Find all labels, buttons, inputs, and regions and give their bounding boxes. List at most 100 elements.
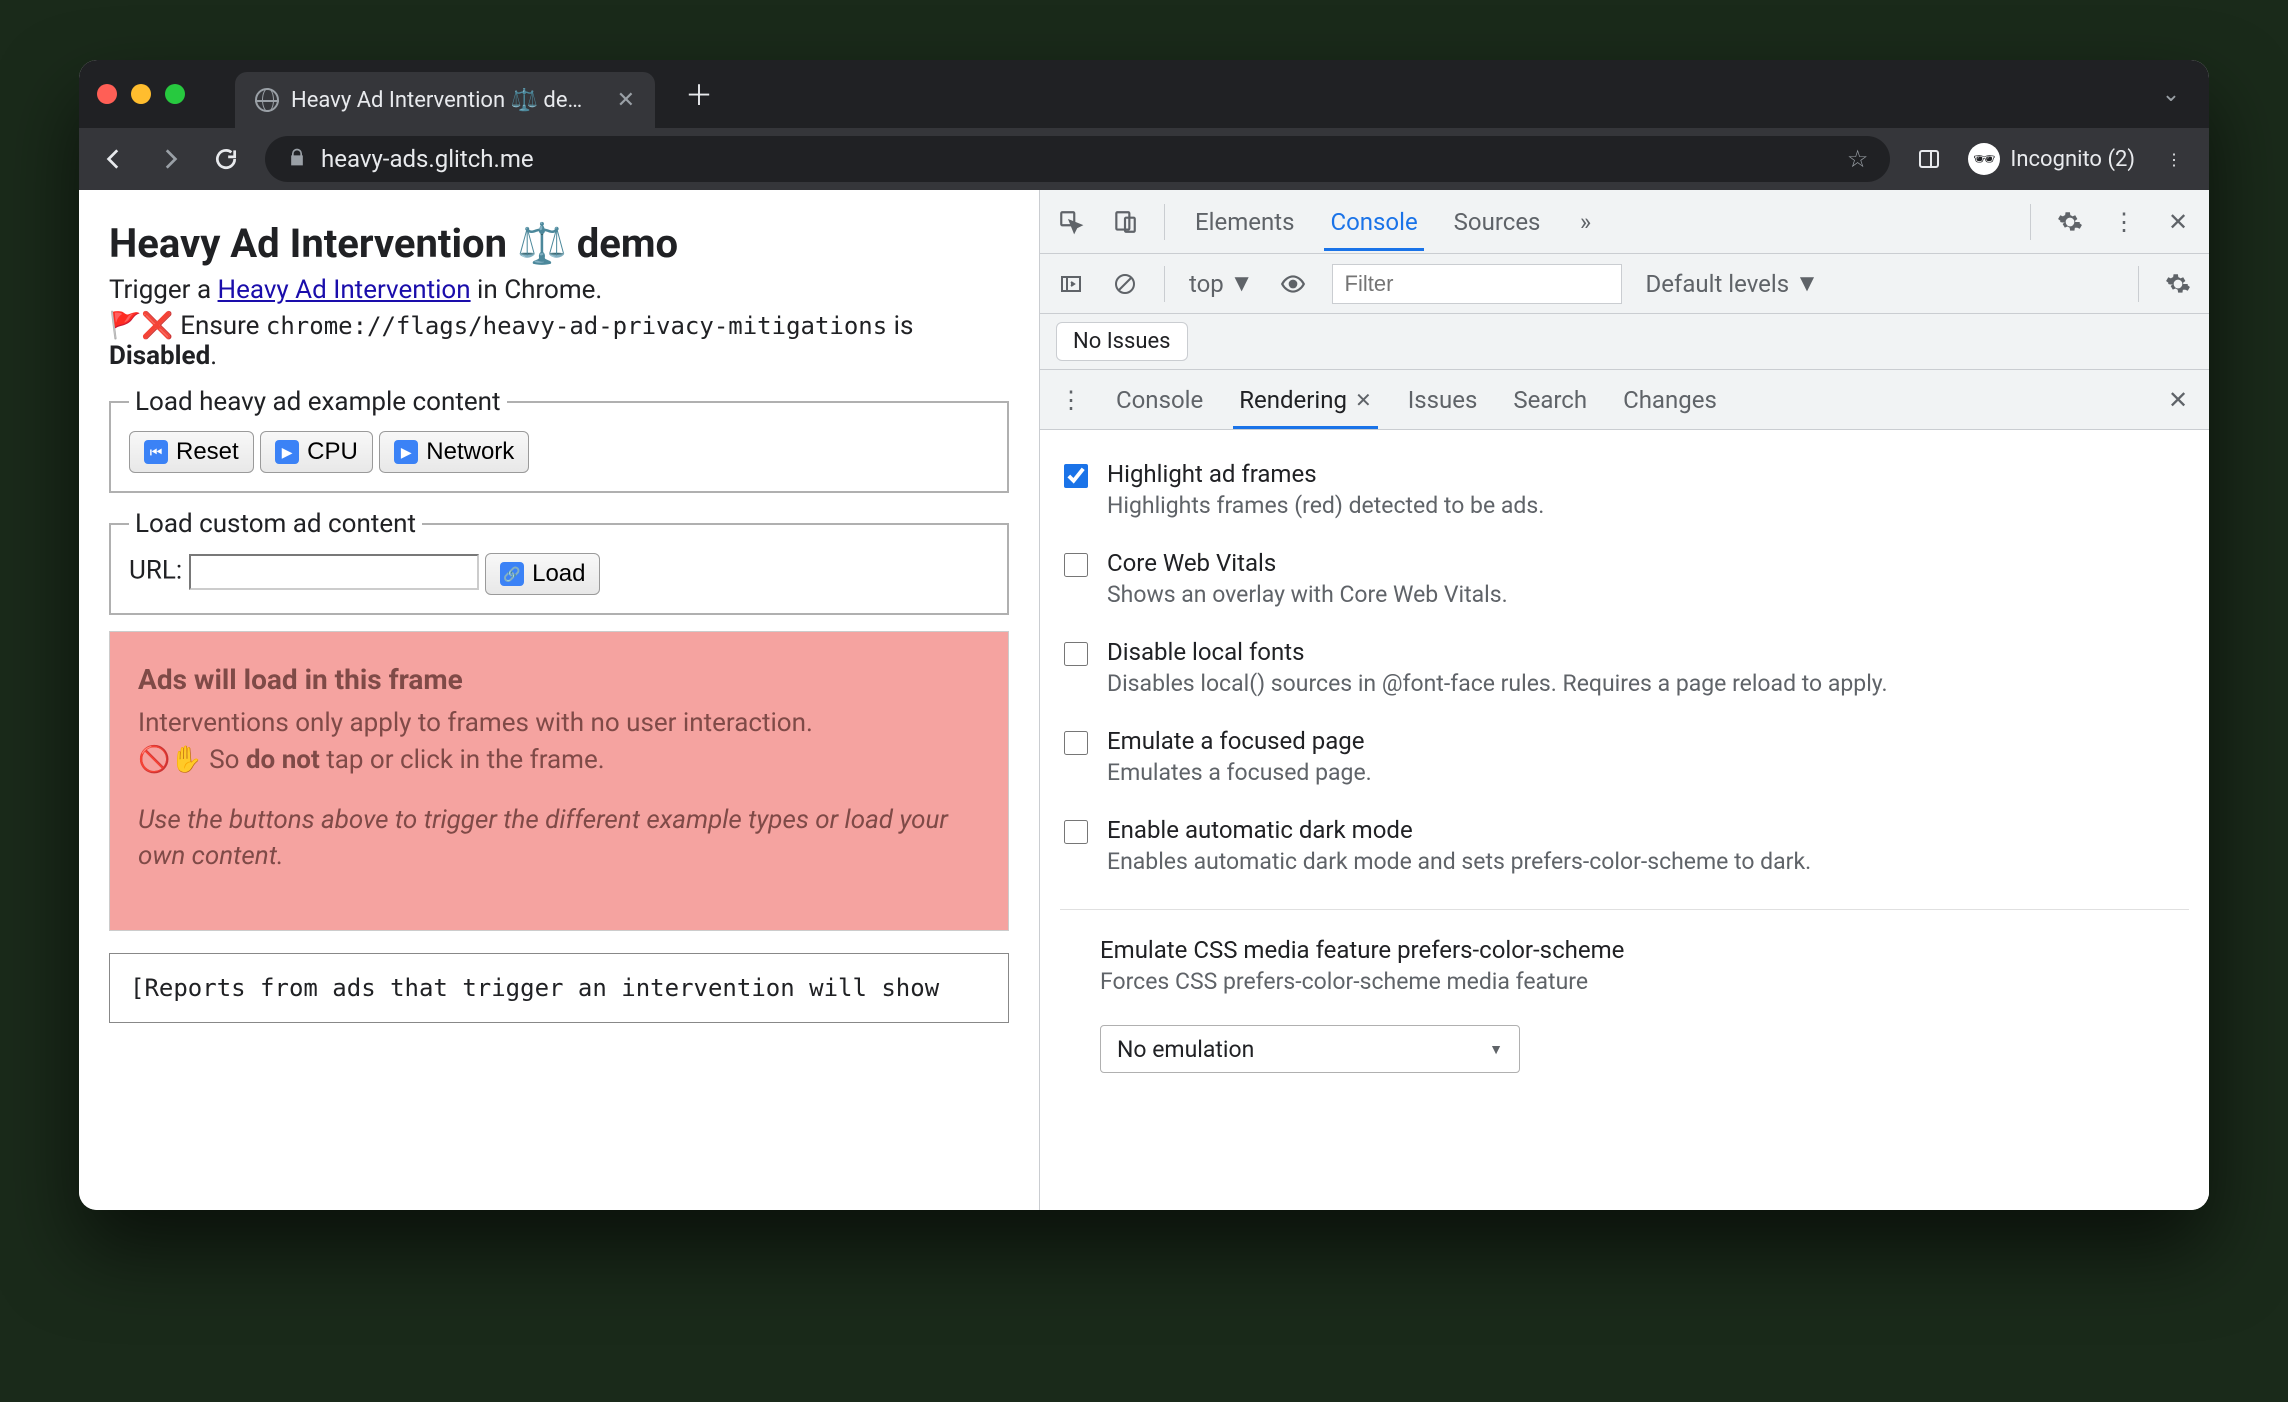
flag-code: chrome://flags/heavy-ad-privacy-mitigati…	[266, 312, 887, 340]
reset-button[interactable]: ⏮Reset	[129, 431, 254, 473]
new-tab-button[interactable]: ＋	[679, 74, 719, 114]
context-selector[interactable]: top ▼	[1189, 269, 1254, 298]
drawer-tab-issues[interactable]: Issues	[1402, 372, 1484, 428]
emulate-select[interactable]: No emulation ▼	[1100, 1025, 1520, 1073]
rendering-panel: Highlight ad framesHighlights frames (re…	[1040, 430, 2209, 1210]
tab-title: Heavy Ad Intervention ⚖️ demo	[291, 88, 599, 113]
rendering-checkbox[interactable]	[1064, 464, 1088, 488]
page-content: Heavy Ad Intervention ⚖️ demo Trigger a …	[79, 190, 1039, 1210]
chevron-down-icon: ▼	[1230, 269, 1254, 298]
drawer-tab-changes[interactable]: Changes	[1617, 372, 1723, 428]
reload-button[interactable]	[209, 142, 243, 176]
drawer-tab-rendering[interactable]: Rendering ✕	[1233, 372, 1378, 428]
console-settings-icon[interactable]	[2163, 269, 2193, 299]
rendering-option-title: Emulate a focused page	[1107, 727, 1372, 755]
url-text: heavy-ads.glitch.me	[321, 145, 534, 173]
ad-frame-line1: Interventions only apply to frames with …	[138, 705, 980, 741]
browser-tab[interactable]: Heavy Ad Intervention ⚖️ demo ✕	[235, 72, 655, 128]
close-tab-icon[interactable]: ✕	[617, 88, 635, 113]
clear-console-icon[interactable]	[1110, 269, 1140, 299]
ad-frame: Ads will load in this frame Intervention…	[109, 631, 1009, 931]
rendering-option-title: Disable local fonts	[1107, 638, 1888, 666]
tab-elements[interactable]: Elements	[1189, 194, 1300, 250]
close-drawer-tab-icon[interactable]: ✕	[1355, 388, 1372, 412]
rendering-checkbox[interactable]	[1064, 642, 1088, 666]
reports-panel: [Reports from ads that trigger an interv…	[109, 953, 1009, 1023]
close-devtools-icon[interactable]: ✕	[2163, 207, 2193, 237]
devtools-panel: Elements Console Sources » ⋮ ✕	[1039, 190, 2209, 1210]
no-issues-chip[interactable]: No Issues	[1056, 322, 1188, 361]
url-label: URL:	[129, 556, 182, 586]
load-custom-fieldset: Load custom ad content URL: 🔗Load	[109, 509, 1009, 615]
load-example-legend: Load heavy ad example content	[129, 387, 507, 417]
rewind-icon: ⏮	[144, 440, 168, 464]
tabs-dropdown-icon[interactable]: ⌄	[2151, 74, 2191, 114]
rendering-option-desc: Highlights frames (red) detected to be a…	[1107, 490, 1544, 521]
browser-toolbar: heavy-ads.glitch.me ☆ 🕶 Incognito (2) ⋮	[79, 128, 2209, 190]
rendering-option: Highlight ad framesHighlights frames (re…	[1060, 446, 2189, 535]
load-button[interactable]: 🔗Load	[485, 553, 600, 595]
side-panel-icon[interactable]	[1912, 142, 1946, 176]
rendering-option-title: Core Web Vitals	[1107, 549, 1508, 577]
rendering-checkbox[interactable]	[1064, 731, 1088, 755]
load-custom-legend: Load custom ad content	[129, 509, 422, 539]
titlebar: Heavy Ad Intervention ⚖️ demo ✕ ＋ ⌄	[79, 60, 2209, 128]
load-example-fieldset: Load heavy ad example content ⏮Reset ▶CP…	[109, 387, 1009, 493]
rendering-option: Core Web VitalsShows an overlay with Cor…	[1060, 535, 2189, 624]
console-toolbar: top ▼ Default levels ▼	[1040, 254, 2209, 314]
tab-sources[interactable]: Sources	[1448, 194, 1547, 250]
url-input[interactable]	[189, 554, 479, 590]
ad-frame-header: Ads will load in this frame	[138, 660, 980, 699]
play-icon: ▶	[394, 440, 418, 464]
rendering-option-desc: Disables local() sources in @font-face r…	[1107, 668, 1888, 699]
drawer-tab-console[interactable]: Console	[1110, 372, 1209, 428]
flag-warning: 🚩❌ Ensure chrome://flags/heavy-ad-privac…	[109, 311, 1009, 371]
maximize-window-icon[interactable]	[165, 84, 185, 104]
inspect-icon[interactable]	[1056, 207, 1086, 237]
window-controls	[97, 84, 185, 104]
lock-icon	[287, 147, 307, 172]
drawer-menu-icon[interactable]: ⋮	[1056, 385, 1086, 415]
console-sidebar-icon[interactable]	[1056, 269, 1086, 299]
bookmark-icon[interactable]: ☆	[1847, 145, 1869, 173]
rendering-option-title: Enable automatic dark mode	[1107, 816, 1811, 844]
page-title: Heavy Ad Intervention ⚖️ demo	[109, 220, 1009, 267]
minimize-window-icon[interactable]	[131, 84, 151, 104]
settings-icon[interactable]	[2055, 207, 2085, 237]
heavy-ad-link[interactable]: Heavy Ad Intervention	[218, 275, 471, 305]
emulate-title: Emulate CSS media feature prefers-color-…	[1100, 936, 1624, 964]
rendering-option-desc: Enables automatic dark mode and sets pre…	[1107, 846, 1811, 877]
play-icon: ▶	[275, 440, 299, 464]
forward-button[interactable]	[153, 142, 187, 176]
address-bar[interactable]: heavy-ads.glitch.me ☆	[265, 136, 1890, 182]
log-levels-selector[interactable]: Default levels ▼	[1646, 269, 1819, 298]
kebab-menu-icon[interactable]: ⋮	[2109, 207, 2139, 237]
rendering-option: Enable automatic dark modeEnables automa…	[1060, 802, 2189, 891]
more-tabs-icon[interactable]: »	[1570, 207, 1600, 237]
back-button[interactable]	[97, 142, 131, 176]
rendering-option-title: Highlight ad frames	[1107, 460, 1544, 488]
rendering-checkbox[interactable]	[1064, 820, 1088, 844]
close-drawer-icon[interactable]: ✕	[2163, 385, 2193, 415]
browser-menu-icon[interactable]: ⋮	[2157, 142, 2191, 176]
emulate-section: Emulate CSS media feature prefers-color-…	[1060, 922, 2189, 1011]
drawer-tab-search[interactable]: Search	[1507, 372, 1593, 428]
rendering-option-desc: Emulates a focused page.	[1107, 757, 1372, 788]
device-toggle-icon[interactable]	[1110, 207, 1140, 237]
globe-icon	[255, 88, 279, 112]
incognito-indicator[interactable]: 🕶 Incognito (2)	[1968, 143, 2135, 175]
rendering-option: Disable local fontsDisables local() sour…	[1060, 624, 2189, 713]
close-window-icon[interactable]	[97, 84, 117, 104]
network-button[interactable]: ▶Network	[379, 431, 529, 473]
chevron-down-icon: ▼	[1795, 269, 1819, 298]
live-expression-icon[interactable]	[1278, 269, 1308, 299]
cpu-button[interactable]: ▶CPU	[260, 431, 373, 473]
content-area: Heavy Ad Intervention ⚖️ demo Trigger a …	[79, 190, 2209, 1210]
rendering-checkbox[interactable]	[1064, 553, 1088, 577]
tab-console[interactable]: Console	[1324, 194, 1423, 250]
devtools-main-tabs: Elements Console Sources » ⋮ ✕	[1040, 190, 2209, 254]
ad-frame-line2: 🚫✋ So do not tap or click in the frame.	[138, 742, 980, 778]
rendering-option-desc: Shows an overlay with Core Web Vitals.	[1107, 579, 1508, 610]
incognito-label: Incognito (2)	[2010, 147, 2135, 172]
filter-input[interactable]	[1332, 264, 1622, 304]
